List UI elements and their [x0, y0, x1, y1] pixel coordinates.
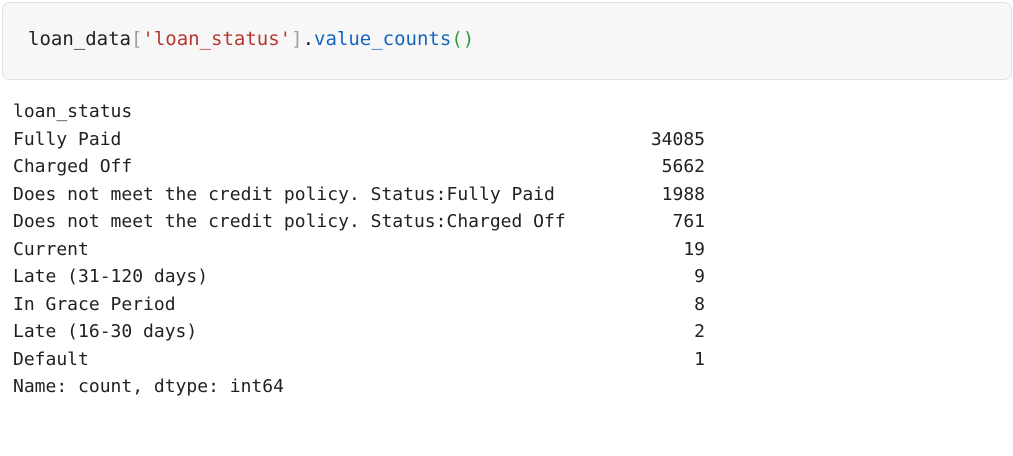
output-header-row: loan_status	[13, 98, 713, 126]
output-row-value: 5662	[661, 156, 705, 177]
output-index-name: loan_status	[13, 101, 133, 122]
code-token-paren-close: )	[462, 28, 475, 50]
output-footer-row: Name: count, dtype: int64	[13, 373, 713, 401]
code-token-variable: loan_data	[28, 28, 131, 50]
output-row: Current 19	[13, 236, 713, 264]
output-row-label: Late (16-30 days)	[13, 321, 198, 342]
code-cell[interactable]: loan_data['loan_status'].value_counts()	[2, 2, 1012, 80]
output-row: Default 1	[13, 346, 713, 374]
code-token-paren-open: (	[451, 28, 463, 50]
output-row: Late (16-30 days) 2	[13, 318, 713, 346]
output-row-value: 34085	[650, 128, 705, 150]
output-row-label: Late (31-120 days)	[13, 266, 209, 287]
code-input[interactable]: loan_data['loan_status'].value_counts()	[28, 25, 474, 53]
code-token-bracket-open: [	[130, 28, 143, 50]
output-row-label: In Grace Period	[13, 293, 176, 315]
output-row: Does not meet the credit policy. Status:…	[13, 208, 713, 236]
output-row-value: 2	[694, 321, 705, 342]
output-row-value: 1988	[661, 183, 705, 205]
output-row-label: Charged Off	[13, 156, 133, 177]
code-token-bracket-close: ]	[291, 28, 303, 50]
output-row-label: Does not meet the credit policy. Status:…	[13, 211, 566, 232]
output-row-value: 9	[694, 266, 705, 287]
output-row-value: 19	[683, 238, 705, 260]
output-row-value: 761	[672, 211, 705, 232]
output-row: Fully Paid 34085	[13, 126, 713, 154]
output-row: In Grace Period 8	[13, 291, 713, 319]
output-row-label: Fully Paid	[13, 128, 122, 150]
output-row: Does not meet the credit policy. Status:…	[13, 181, 713, 209]
output-dtype-footer: Name: count, dtype: int64	[13, 376, 284, 397]
output-row-label: Default	[13, 348, 89, 370]
code-token-method: value_counts	[314, 28, 452, 50]
output-row: Charged Off 5662	[13, 153, 713, 181]
output-row-label: Current	[13, 238, 89, 260]
output-row: Late (31-120 days) 9	[13, 263, 713, 291]
code-token-string: 'loan_status'	[142, 28, 292, 50]
cell-output: loan_status Fully Paid 34085 Charged Off…	[13, 98, 713, 401]
code-token-dot: .	[302, 28, 315, 50]
output-row-value: 8	[694, 293, 705, 315]
output-row-label: Does not meet the credit policy. Status:…	[13, 183, 555, 205]
output-row-value: 1	[694, 348, 705, 370]
